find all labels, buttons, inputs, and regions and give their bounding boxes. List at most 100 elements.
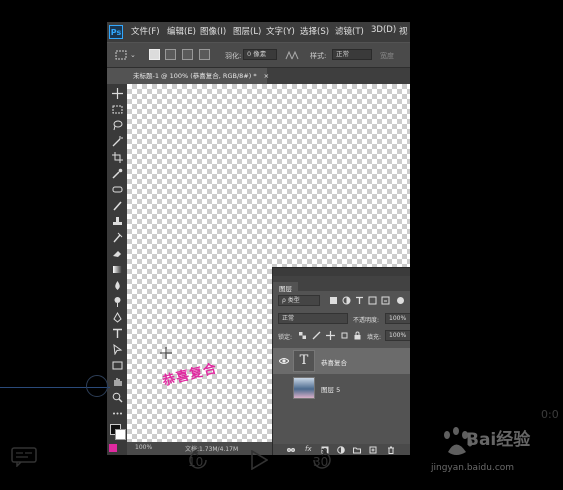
image-layer-thumbnail — [293, 377, 315, 399]
subtract-selection-icon[interactable] — [182, 49, 193, 60]
tool-preset-chevron-icon[interactable]: ⌄ — [130, 51, 136, 59]
tools-panel — [107, 84, 127, 455]
menu-3d[interactable]: 3D(D) — [371, 25, 396, 35]
eye-icon[interactable] — [279, 356, 289, 366]
layer-row-image[interactable]: 图层 5 — [273, 375, 410, 401]
move-icon[interactable] — [110, 86, 124, 100]
eraser-icon[interactable] — [110, 246, 124, 260]
path-select-icon[interactable] — [110, 342, 124, 356]
marquee-icon[interactable] — [110, 102, 124, 116]
rewind-10-button[interactable]: 10 — [185, 447, 211, 473]
antialias-icon[interactable] — [285, 49, 299, 60]
zoom-level[interactable]: 100% — [135, 444, 152, 451]
filter-type-icon[interactable] — [355, 296, 364, 305]
color-swatch-small[interactable] — [109, 444, 117, 452]
opacity-input[interactable]: 100% — [385, 313, 410, 324]
background-color-swatch[interactable] — [115, 429, 126, 440]
group-icon[interactable] — [353, 446, 361, 454]
rewind-seconds: 10 — [188, 455, 204, 469]
baidu-url: jingyan.baidu.com — [431, 463, 515, 473]
filter-shape-icon[interactable] — [368, 296, 377, 305]
crosshair-cursor-icon — [160, 347, 172, 359]
zoom-icon[interactable] — [110, 390, 124, 404]
lock-artboard-icon[interactable] — [340, 331, 349, 340]
menu-view[interactable]: 视 — [399, 25, 408, 37]
lock-all-icon[interactable] — [353, 331, 362, 340]
lock-label: 锁定: — [278, 334, 293, 341]
lock-position-icon[interactable] — [326, 331, 335, 340]
style-select[interactable]: 正常 — [332, 49, 372, 60]
opacity-label: 不透明度: — [353, 317, 380, 324]
close-tab-icon[interactable]: × — [264, 72, 269, 80]
options-bar: ⌄ 羽化: 0 像素 样式: 正常 宽度 — [107, 43, 410, 68]
video-time-label: 0:0 — [541, 408, 559, 421]
lock-pixels-icon[interactable] — [312, 331, 321, 340]
fill-label: 填充: — [367, 334, 382, 341]
menu-layer[interactable]: 图层(L) — [233, 25, 261, 37]
layers-tab-bar: 图层 — [273, 276, 410, 297]
canvas-text-layer[interactable]: 恭喜复合 — [160, 357, 219, 389]
document-tab-title: 未标题-1 @ 100% (恭喜复合, RGB/8#) * — [133, 72, 257, 80]
subtitle-icon[interactable] — [11, 447, 37, 467]
link-icon[interactable] — [287, 446, 295, 454]
menu-edit[interactable]: 编辑(E) — [167, 25, 196, 37]
text-layer-thumbnail: T — [293, 350, 315, 372]
play-icon[interactable] — [250, 450, 268, 470]
more-icon[interactable] — [110, 406, 124, 420]
filter-toggle-icon[interactable] — [397, 297, 404, 304]
forward-seconds: 30 — [313, 455, 329, 469]
pen-icon[interactable] — [110, 310, 124, 324]
layer-filter-row: ρ 类型 — [273, 294, 410, 308]
gradient-icon[interactable] — [110, 262, 124, 276]
lock-transparent-icon[interactable] — [298, 331, 307, 340]
new-layer-icon[interactable] — [369, 446, 377, 454]
feather-input[interactable]: 0 像素 — [243, 49, 277, 60]
hand-icon[interactable] — [110, 374, 124, 388]
filter-adjustment-icon[interactable] — [342, 296, 351, 305]
stamp-icon[interactable] — [110, 214, 124, 228]
lock-row: 锁定: 填充: 100% — [273, 329, 410, 343]
menu-select[interactable]: 选择(S) — [300, 25, 329, 37]
photoshop-window: Ps 文件(F) 编辑(E) 图像(I) 图层(L) 文字(Y) 选择(S) 滤… — [107, 22, 410, 455]
menu-filter[interactable]: 滤镜(T) — [335, 25, 364, 37]
history-brush-icon[interactable] — [110, 230, 124, 244]
filter-smart-object-icon[interactable] — [381, 296, 390, 305]
crop-icon[interactable] — [110, 150, 124, 164]
menu-bar: Ps 文件(F) 编辑(E) 图像(I) 图层(L) 文字(Y) 选择(S) 滤… — [107, 22, 410, 42]
filter-kind-select[interactable]: ρ 类型 — [278, 295, 320, 306]
blur-icon[interactable] — [110, 278, 124, 292]
panel-header-strip — [273, 268, 410, 276]
lasso-icon[interactable] — [110, 118, 124, 132]
style-label: 样式: — [310, 52, 327, 60]
width-label: 宽度 — [380, 52, 394, 60]
adjustment-icon[interactable] — [337, 446, 345, 454]
layer-name[interactable]: 图层 5 — [321, 384, 340, 394]
forward-30-button[interactable]: 30 — [309, 447, 335, 473]
menu-type[interactable]: 文字(Y) — [266, 25, 295, 37]
layer-name[interactable]: 恭喜复合 — [321, 357, 347, 367]
eyedropper-icon[interactable] — [110, 166, 124, 180]
blend-row: 正常 不透明度: 100% — [273, 312, 410, 326]
new-selection-icon[interactable] — [149, 49, 160, 60]
blend-mode-select[interactable]: 正常 — [278, 313, 348, 324]
menu-file[interactable]: 文件(F) — [131, 25, 160, 37]
magic-wand-icon[interactable] — [110, 134, 124, 148]
dodge-icon[interactable] — [110, 294, 124, 308]
layer-row-text[interactable]: T 恭喜复合 — [273, 348, 410, 374]
document-tab[interactable]: 未标题-1 @ 100% (恭喜复合, RGB/8#) * × — [127, 68, 269, 84]
type-icon[interactable] — [110, 326, 124, 340]
shape-icon[interactable] — [110, 358, 124, 372]
intersect-selection-icon[interactable] — [199, 49, 210, 60]
photoshop-logo: Ps — [109, 25, 123, 39]
brush-icon[interactable] — [110, 198, 124, 212]
healing-icon[interactable] — [110, 182, 124, 196]
trash-icon[interactable] — [387, 446, 395, 454]
add-selection-icon[interactable] — [165, 49, 176, 60]
marquee-tool-icon[interactable] — [115, 49, 127, 61]
video-progress-knob[interactable] — [86, 375, 108, 397]
filter-pixel-icon[interactable] — [329, 296, 338, 305]
fill-input[interactable]: 100% — [385, 330, 410, 341]
menu-image[interactable]: 图像(I) — [200, 25, 226, 37]
baidu-brand-text: Bai经验 — [466, 430, 531, 450]
layers-panel: 图层 ρ 类型 正常 不透明度: 100% 锁定: 填充: 100% T 恭喜复… — [272, 267, 410, 455]
